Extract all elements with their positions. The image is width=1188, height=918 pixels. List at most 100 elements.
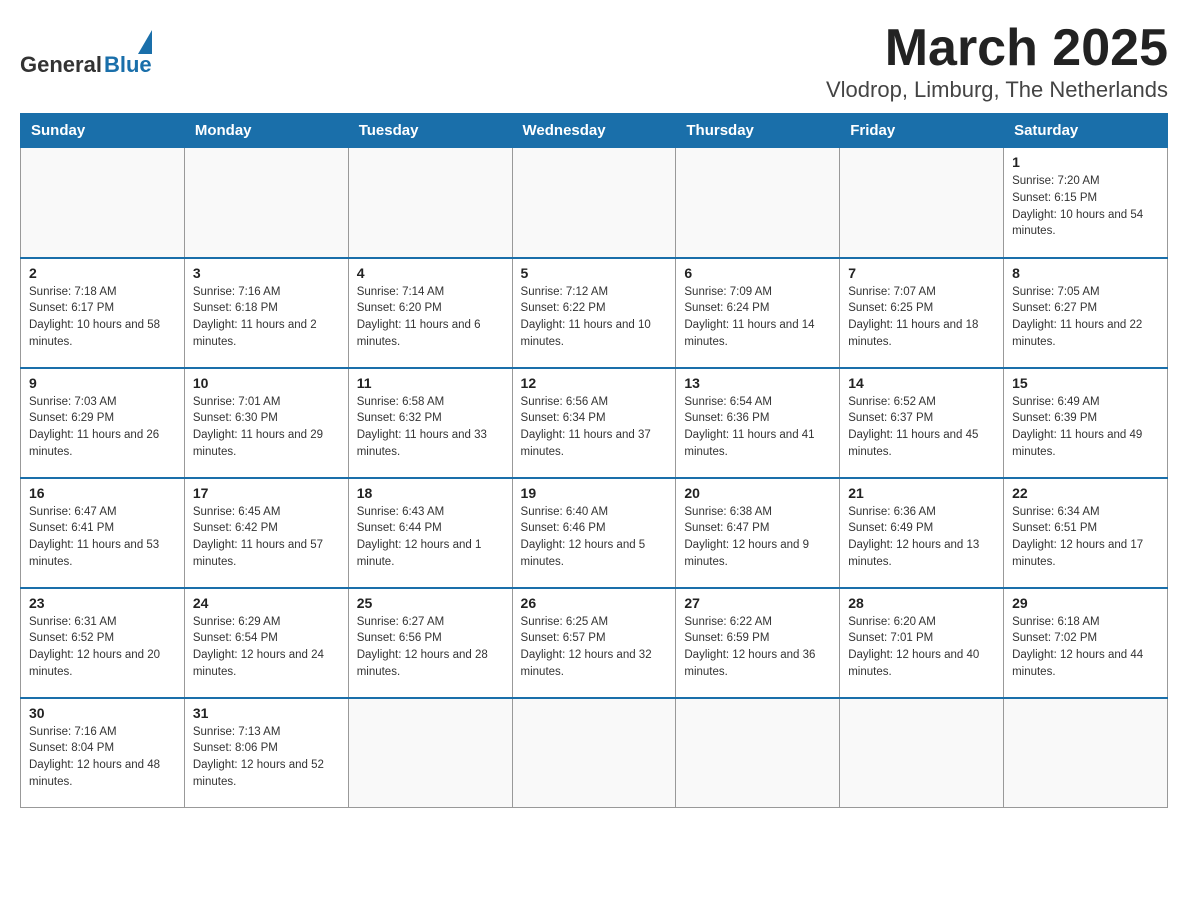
- day-number: 29: [1012, 595, 1159, 611]
- day-number: 18: [357, 485, 504, 501]
- day-number: 20: [684, 485, 831, 501]
- calendar-day-cell: [21, 148, 185, 258]
- day-info: Sunrise: 7:01 AM Sunset: 6:30 PM Dayligh…: [193, 394, 340, 461]
- day-info: Sunrise: 6:52 AM Sunset: 6:37 PM Dayligh…: [848, 394, 995, 461]
- day-info: Sunrise: 6:34 AM Sunset: 6:51 PM Dayligh…: [1012, 504, 1159, 571]
- day-of-week-header: Sunday: [21, 114, 185, 148]
- day-number: 8: [1012, 265, 1159, 281]
- calendar-title: March 2025: [826, 20, 1168, 77]
- calendar-week-row: 23 Sunrise: 6:31 AM Sunset: 6:52 PM Dayli…: [21, 588, 1168, 698]
- calendar-day-cell: 9 Sunrise: 7:03 AM Sunset: 6:29 PM Daylig…: [21, 368, 185, 478]
- day-number: 6: [684, 265, 831, 281]
- calendar-week-row: 1Sunrise: 7:20 AM Sunset: 6:15 PM Daylig…: [21, 148, 1168, 258]
- day-info: Sunrise: 6:29 AM Sunset: 6:54 PM Dayligh…: [193, 614, 340, 681]
- day-info: Sunrise: 7:09 AM Sunset: 6:24 PM Dayligh…: [684, 284, 831, 351]
- calendar-day-cell: 7 Sunrise: 7:07 AM Sunset: 6:25 PM Daylig…: [840, 258, 1004, 368]
- calendar-subtitle: Vlodrop, Limburg, The Netherlands: [826, 77, 1168, 103]
- calendar-day-cell: 1Sunrise: 7:20 AM Sunset: 6:15 PM Daylig…: [1004, 148, 1168, 258]
- day-info: Sunrise: 6:36 AM Sunset: 6:49 PM Dayligh…: [848, 504, 995, 571]
- day-info: Sunrise: 6:56 AM Sunset: 6:34 PM Dayligh…: [521, 394, 668, 461]
- calendar-day-cell: 14Sunrise: 6:52 AM Sunset: 6:37 PM Dayli…: [840, 368, 1004, 478]
- calendar-day-cell: 3 Sunrise: 7:16 AM Sunset: 6:18 PM Daylig…: [184, 258, 348, 368]
- calendar-week-row: 9 Sunrise: 7:03 AM Sunset: 6:29 PM Daylig…: [21, 368, 1168, 478]
- day-info: Sunrise: 7:13 AM Sunset: 8:06 PM Dayligh…: [193, 724, 340, 791]
- calendar-day-cell: 11 Sunrise: 6:58 AM Sunset: 6:32 PM Dayli…: [348, 368, 512, 478]
- day-info: Sunrise: 6:49 AM Sunset: 6:39 PM Dayligh…: [1012, 394, 1159, 461]
- day-number: 13: [684, 375, 831, 391]
- calendar-day-cell: [676, 148, 840, 258]
- day-info: Sunrise: 7:20 AM Sunset: 6:15 PM Dayligh…: [1012, 173, 1159, 240]
- day-number: 31: [193, 705, 340, 721]
- calendar-day-cell: 18 Sunrise: 6:43 AM Sunset: 6:44 PM Dayli…: [348, 478, 512, 588]
- calendar-day-cell: 15 Sunrise: 6:49 AM Sunset: 6:39 PM Dayli…: [1004, 368, 1168, 478]
- calendar-day-cell: [348, 148, 512, 258]
- calendar-day-cell: 12 Sunrise: 6:56 AM Sunset: 6:34 PM Dayli…: [512, 368, 676, 478]
- day-number: 19: [521, 485, 668, 501]
- day-of-week-header: Wednesday: [512, 114, 676, 148]
- calendar-day-cell: 16 Sunrise: 6:47 AM Sunset: 6:41 PM Dayli…: [21, 478, 185, 588]
- day-number: 24: [193, 595, 340, 611]
- calendar-day-cell: 21 Sunrise: 6:36 AM Sunset: 6:49 PM Dayli…: [840, 478, 1004, 588]
- day-info: Sunrise: 6:31 AM Sunset: 6:52 PM Dayligh…: [29, 614, 176, 681]
- day-number: 11: [357, 375, 504, 391]
- calendar-table: SundayMondayTuesdayWednesdayThursdayFrid…: [20, 113, 1168, 808]
- calendar-day-cell: [512, 698, 676, 808]
- day-number: 28: [848, 595, 995, 611]
- logo: General Blue: [20, 30, 152, 78]
- calendar-day-cell: 13Sunrise: 6:54 AM Sunset: 6:36 PM Dayli…: [676, 368, 840, 478]
- day-info: Sunrise: 7:12 AM Sunset: 6:22 PM Dayligh…: [521, 284, 668, 351]
- calendar-day-cell: 2Sunrise: 7:18 AM Sunset: 6:17 PM Daylig…: [21, 258, 185, 368]
- day-number: 17: [193, 485, 340, 501]
- day-number: 7: [848, 265, 995, 281]
- day-info: Sunrise: 7:05 AM Sunset: 6:27 PM Dayligh…: [1012, 284, 1159, 351]
- day-info: Sunrise: 7:07 AM Sunset: 6:25 PM Dayligh…: [848, 284, 995, 351]
- calendar-day-cell: 8 Sunrise: 7:05 AM Sunset: 6:27 PM Daylig…: [1004, 258, 1168, 368]
- day-number: 4: [357, 265, 504, 281]
- day-info: Sunrise: 6:45 AM Sunset: 6:42 PM Dayligh…: [193, 504, 340, 571]
- logo-text-general: General: [20, 52, 102, 78]
- day-info: Sunrise: 7:16 AM Sunset: 8:04 PM Dayligh…: [29, 724, 176, 791]
- day-info: Sunrise: 6:40 AM Sunset: 6:46 PM Dayligh…: [521, 504, 668, 571]
- day-number: 25: [357, 595, 504, 611]
- day-info: Sunrise: 6:43 AM Sunset: 6:44 PM Dayligh…: [357, 504, 504, 571]
- calendar-day-cell: 31 Sunrise: 7:13 AM Sunset: 8:06 PM Dayli…: [184, 698, 348, 808]
- day-info: Sunrise: 6:18 AM Sunset: 7:02 PM Dayligh…: [1012, 614, 1159, 681]
- day-info: Sunrise: 6:47 AM Sunset: 6:41 PM Dayligh…: [29, 504, 176, 571]
- day-number: 27: [684, 595, 831, 611]
- title-block: March 2025 Vlodrop, Limburg, The Netherl…: [826, 20, 1168, 103]
- calendar-week-row: 2Sunrise: 7:18 AM Sunset: 6:17 PM Daylig…: [21, 258, 1168, 368]
- day-info: Sunrise: 6:22 AM Sunset: 6:59 PM Dayligh…: [684, 614, 831, 681]
- day-of-week-header: Monday: [184, 114, 348, 148]
- calendar-day-cell: 20Sunrise: 6:38 AM Sunset: 6:47 PM Dayli…: [676, 478, 840, 588]
- calendar-day-cell: [840, 698, 1004, 808]
- calendar-day-cell: 23 Sunrise: 6:31 AM Sunset: 6:52 PM Dayli…: [21, 588, 185, 698]
- day-info: Sunrise: 7:03 AM Sunset: 6:29 PM Dayligh…: [29, 394, 176, 461]
- day-info: Sunrise: 6:27 AM Sunset: 6:56 PM Dayligh…: [357, 614, 504, 681]
- day-number: 9: [29, 375, 176, 391]
- day-number: 15: [1012, 375, 1159, 391]
- logo-icon: General Blue: [20, 30, 152, 78]
- calendar-day-cell: 26Sunrise: 6:25 AM Sunset: 6:57 PM Dayli…: [512, 588, 676, 698]
- day-info: Sunrise: 7:16 AM Sunset: 6:18 PM Dayligh…: [193, 284, 340, 351]
- logo-text-blue: Blue: [104, 52, 152, 78]
- calendar-week-row: 16 Sunrise: 6:47 AM Sunset: 6:41 PM Dayli…: [21, 478, 1168, 588]
- day-info: Sunrise: 6:58 AM Sunset: 6:32 PM Dayligh…: [357, 394, 504, 461]
- page-header: General Blue March 2025 Vlodrop, Limburg…: [20, 20, 1168, 103]
- day-number: 2: [29, 265, 176, 281]
- calendar-day-cell: [184, 148, 348, 258]
- day-number: 3: [193, 265, 340, 281]
- day-number: 12: [521, 375, 668, 391]
- calendar-day-cell: 27 Sunrise: 6:22 AM Sunset: 6:59 PM Dayli…: [676, 588, 840, 698]
- day-info: Sunrise: 7:14 AM Sunset: 6:20 PM Dayligh…: [357, 284, 504, 351]
- calendar-day-cell: 5Sunrise: 7:12 AM Sunset: 6:22 PM Daylig…: [512, 258, 676, 368]
- day-number: 16: [29, 485, 176, 501]
- calendar-day-cell: [676, 698, 840, 808]
- day-number: 21: [848, 485, 995, 501]
- day-number: 22: [1012, 485, 1159, 501]
- day-number: 23: [29, 595, 176, 611]
- day-number: 10: [193, 375, 340, 391]
- calendar-day-cell: 30Sunrise: 7:16 AM Sunset: 8:04 PM Dayli…: [21, 698, 185, 808]
- day-of-week-header: Thursday: [676, 114, 840, 148]
- calendar-day-cell: 19 Sunrise: 6:40 AM Sunset: 6:46 PM Dayli…: [512, 478, 676, 588]
- calendar-day-cell: [1004, 698, 1168, 808]
